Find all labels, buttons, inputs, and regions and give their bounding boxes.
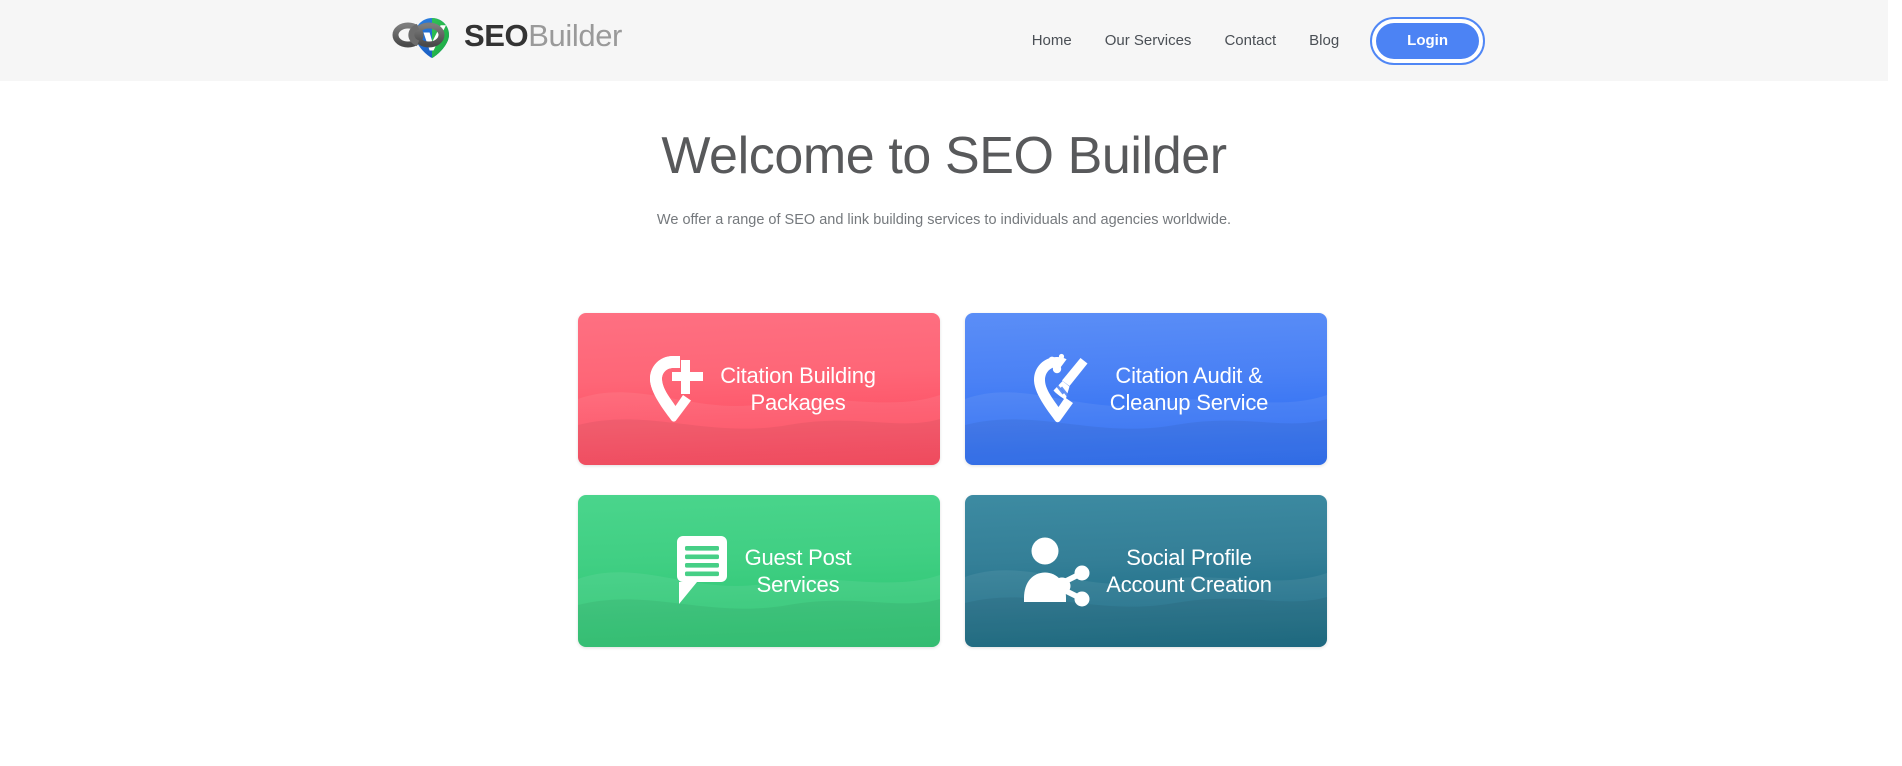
map-pin-broom-icon [1033, 353, 1088, 423]
seo-builder-logo-icon [392, 18, 449, 58]
card-label-line1: Citation Building [720, 363, 876, 388]
card-content: Guest Post Services [578, 532, 940, 610]
logo-text-seo: SEO [464, 18, 529, 53]
login-button-focus-ring: Login [1370, 16, 1485, 65]
person-share-icon [1024, 537, 1090, 607]
card-label: Citation Building Packages [720, 362, 876, 416]
card-label: Citation Audit & Cleanup Service [1109, 362, 1269, 416]
card-citation-audit-cleanup-service[interactable]: Citation Audit & Cleanup Service [965, 313, 1327, 465]
site-header: SEOBuilder Home Our Services Contact Blo… [0, 0, 1888, 81]
speech-bubble-lines-icon [676, 536, 727, 604]
card-label-line2: Packages [750, 390, 846, 415]
card-content: Citation Audit & Cleanup Service [965, 350, 1327, 428]
site-logo[interactable]: SEOBuilder [388, 14, 622, 58]
logo-wordmark: SEOBuilder [464, 14, 622, 58]
login-button[interactable]: Login [1376, 22, 1479, 59]
card-label-line2: Cleanup Service [1109, 390, 1269, 415]
scrollbar-gutter[interactable] [1888, 0, 1902, 766]
service-card-grid: Citation Building Packages Citation Audi… [578, 313, 1327, 647]
hero-section: Welcome to SEO Builder We offer a range … [0, 81, 1888, 230]
card-label-line2: Account Creation [1106, 572, 1272, 597]
card-content: Citation Building Packages [578, 350, 940, 428]
card-label: Social Profile Account Creation [1106, 544, 1272, 598]
nav-link-home[interactable]: Home [1032, 32, 1072, 49]
card-label: Guest Post Services [745, 544, 852, 598]
logo-text-builder: Builder [528, 18, 622, 53]
card-label-line2: Services [756, 572, 840, 597]
nav-link-blog[interactable]: Blog [1309, 32, 1339, 49]
card-label-line1: Citation Audit & [1115, 363, 1263, 388]
card-label-line1: Social Profile [1126, 545, 1252, 570]
card-citation-building-packages[interactable]: Citation Building Packages [578, 313, 940, 465]
map-pin-plus-icon [650, 356, 704, 422]
nav-link-our-services[interactable]: Our Services [1105, 32, 1192, 49]
card-guest-post-services[interactable]: Guest Post Services [578, 495, 940, 647]
page-root: SEOBuilder Home Our Services Contact Blo… [0, 0, 1902, 766]
card-social-profile-account-creation[interactable]: Social Profile Account Creation [965, 495, 1327, 647]
hero-subtitle: We offer a range of SEO and link buildin… [656, 212, 1232, 228]
card-label-line1: Guest Post [744, 545, 852, 570]
nav-link-contact[interactable]: Contact [1224, 32, 1276, 49]
card-content: Social Profile Account Creation [965, 532, 1327, 610]
main-navigation: Home Our Services Contact Blog Login [1032, 0, 1874, 81]
page-title: Welcome to SEO Builder [661, 127, 1227, 185]
